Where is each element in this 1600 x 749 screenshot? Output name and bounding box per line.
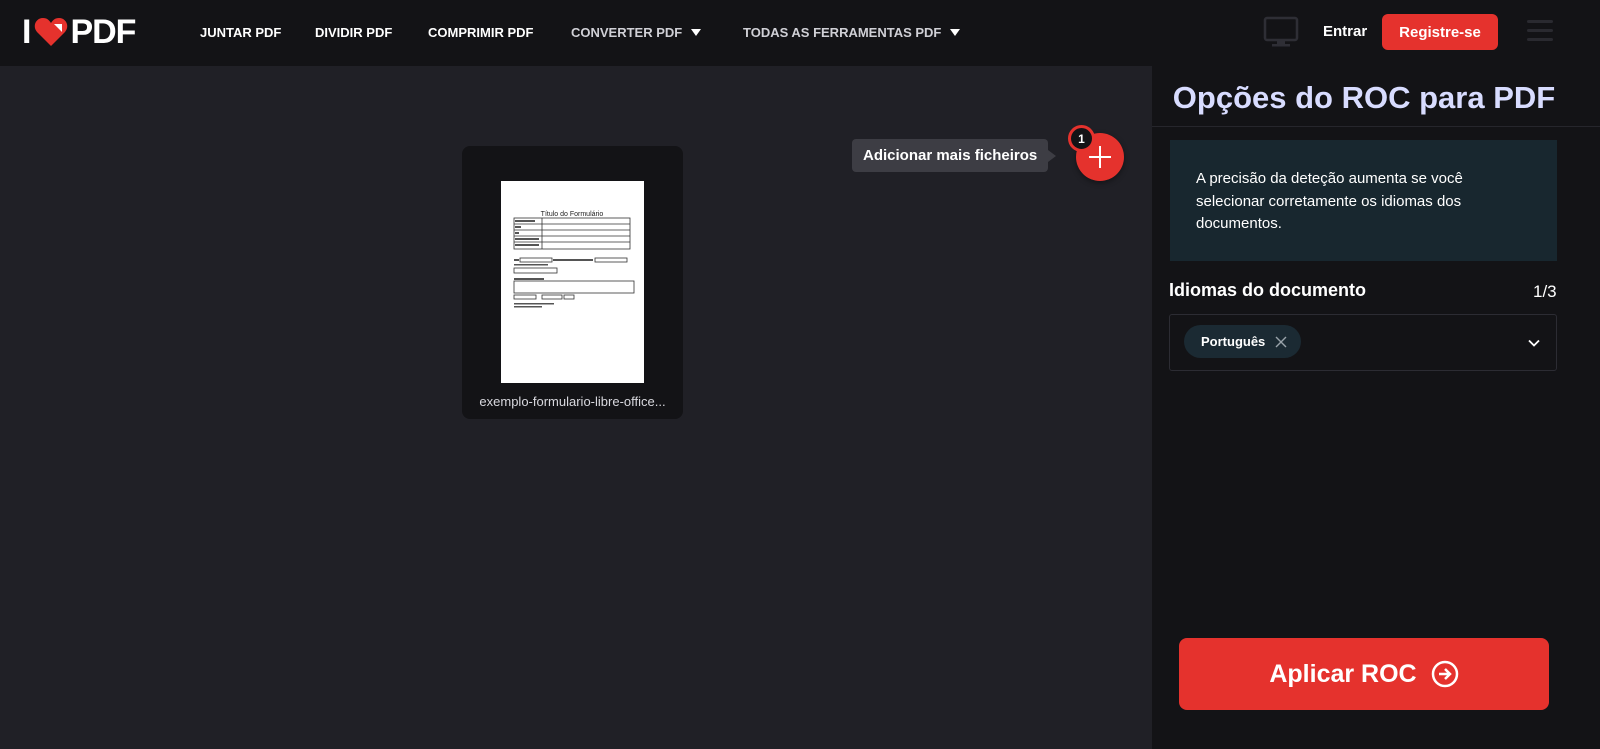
nav-label: DIVIDIR PDF bbox=[315, 25, 393, 40]
info-box: A precisão da deteção aumenta se você se… bbox=[1170, 140, 1557, 261]
apply-ocr-label: Aplicar ROC bbox=[1269, 659, 1417, 688]
document-preview: Título do Formulário bbox=[513, 211, 635, 308]
remove-language-icon[interactable] bbox=[1275, 336, 1287, 348]
sidebar-title: Opções do ROC para PDF bbox=[1172, 80, 1556, 115]
file-count-badge: 1 bbox=[1068, 125, 1095, 152]
file-card[interactable]: Título do Formulário exemplo-formulario-… bbox=[462, 146, 683, 419]
nav-label: JUNTAR PDF bbox=[200, 25, 282, 40]
nav-label: CONVERTER PDF bbox=[571, 25, 683, 40]
heart-icon bbox=[35, 18, 68, 46]
language-chip-label: Português bbox=[1201, 334, 1266, 349]
languages-count: 1/3 bbox=[1533, 282, 1557, 301]
arrow-right-circle-icon bbox=[1431, 660, 1458, 688]
file-thumbnail: Título do Formulário bbox=[501, 181, 644, 383]
nav-label: COMPRIMIR PDF bbox=[428, 25, 534, 40]
apply-ocr-button[interactable]: Aplicar ROC bbox=[1179, 638, 1549, 710]
desktop-app-icon[interactable] bbox=[1263, 16, 1299, 48]
register-button[interactable]: Registre-se bbox=[1382, 14, 1498, 50]
nav-all-tools[interactable]: TODAS AS FERRAMENTAS PDF bbox=[743, 25, 961, 40]
logo-text-right: PDF bbox=[70, 12, 136, 51]
add-files-tooltip: Adicionar mais ficheiros bbox=[852, 139, 1057, 172]
chevron-down-icon bbox=[1528, 339, 1540, 347]
language-chip: Português bbox=[1184, 325, 1302, 358]
caret-down-icon bbox=[691, 29, 702, 36]
thumbnail-title: Título do Formulário bbox=[541, 211, 604, 218]
logo-text-left: I bbox=[22, 12, 32, 51]
sidebar-divider bbox=[1152, 126, 1600, 127]
hamburger-menu-icon[interactable] bbox=[1527, 20, 1553, 44]
caret-down-icon bbox=[950, 29, 961, 36]
nav-convert-pdf[interactable]: CONVERTER PDF bbox=[571, 25, 702, 40]
top-navigation-bar: I PDF JUNTAR PDF DIVIDIR PDF COMPRIMIR P… bbox=[0, 0, 1600, 66]
nav-compress-pdf[interactable]: COMPRIMIR PDF bbox=[428, 25, 533, 40]
options-sidebar: Opções do ROC para PDF A precisão da det… bbox=[1152, 66, 1600, 749]
ilovepdf-logo[interactable]: I PDF bbox=[22, 12, 136, 51]
nav-merge-pdf[interactable]: JUNTAR PDF bbox=[200, 25, 281, 40]
nav-label: TODAS AS FERRAMENTAS PDF bbox=[743, 25, 942, 40]
file-name: exemplo-formulario-libre-office... bbox=[479, 394, 666, 409]
login-link[interactable]: Entrar bbox=[1323, 23, 1367, 40]
nav-split-pdf[interactable]: DIVIDIR PDF bbox=[315, 25, 392, 40]
languages-label: Idiomas do documento bbox=[1169, 280, 1367, 300]
languages-select[interactable]: Português bbox=[1169, 314, 1557, 371]
